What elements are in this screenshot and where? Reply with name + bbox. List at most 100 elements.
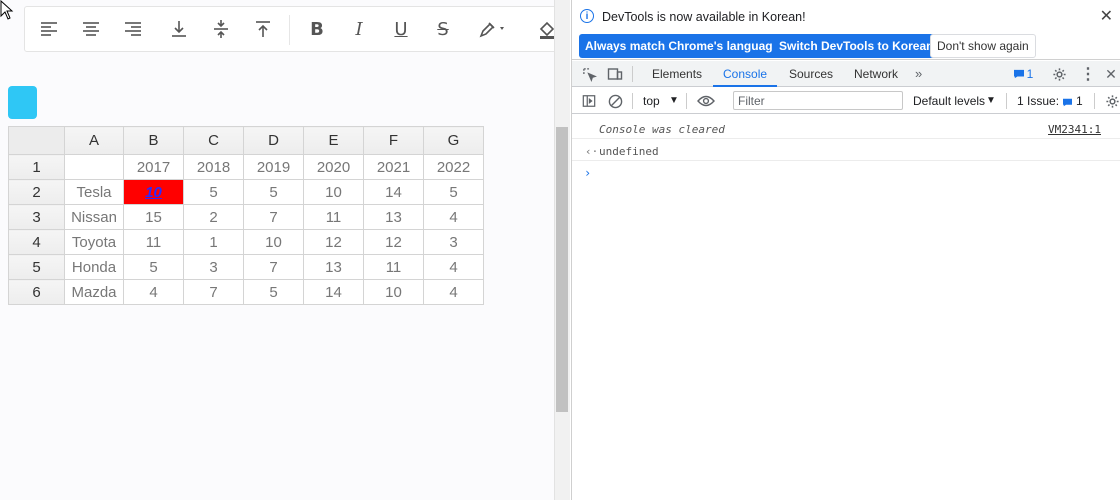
color-swatch[interactable] <box>8 86 37 119</box>
dont-show-again-button[interactable]: Don't show again <box>930 34 1036 58</box>
match-language-button[interactable]: Always match Chrome's language <box>579 34 786 58</box>
grid-cell[interactable]: 5 <box>183 179 244 205</box>
inspect-element-icon[interactable] <box>580 65 598 83</box>
align-center-icon[interactable] <box>77 15 105 43</box>
clear-console-icon[interactable] <box>606 92 624 110</box>
grid-cell[interactable]: 10 <box>243 229 304 255</box>
column-header[interactable]: G <box>423 126 484 155</box>
row-header[interactable]: 4 <box>8 229 65 255</box>
grid-cell[interactable]: 2017 <box>123 154 184 180</box>
row-header[interactable]: 5 <box>8 254 65 280</box>
grid-cell[interactable]: 7 <box>243 254 304 280</box>
grid-cell[interactable]: 4 <box>423 279 484 305</box>
bold-button[interactable]: B <box>303 15 331 43</box>
column-header[interactable]: B <box>123 126 184 155</box>
grid-cell[interactable] <box>64 154 124 180</box>
grid-cell[interactable]: 14 <box>303 279 364 305</box>
grid-cell[interactable]: 15 <box>123 204 184 230</box>
tab-console[interactable]: Console <box>713 61 778 87</box>
grid-cell[interactable]: 12 <box>363 229 424 255</box>
align-right-icon[interactable] <box>119 15 147 43</box>
table-row: 1 2017 2018 2019 2020 2021 2022 <box>8 154 484 180</box>
grid-cell[interactable]: 2022 <box>423 154 484 180</box>
grid-cell[interactable]: 13 <box>363 204 424 230</box>
grid-cell[interactable]: 11 <box>303 204 364 230</box>
row-header[interactable]: 3 <box>8 204 65 230</box>
grid-cell[interactable]: 2021 <box>363 154 424 180</box>
grid-cell[interactable]: 2020 <box>303 154 364 180</box>
text-color-button[interactable] <box>471 15 515 43</box>
align-bottom-icon[interactable] <box>165 15 193 43</box>
tab-sources[interactable]: Sources <box>789 61 833 87</box>
underline-button[interactable]: U <box>387 15 415 43</box>
grid-cell[interactable]: 2018 <box>183 154 244 180</box>
grid-cell[interactable]: 2019 <box>243 154 304 180</box>
live-expression-eye-icon[interactable] <box>697 92 715 110</box>
close-devtools-icon[interactable]: ✕ <box>1102 65 1120 83</box>
grid-cell[interactable]: 13 <box>303 254 364 280</box>
strikethrough-button[interactable]: S <box>429 15 457 43</box>
grid-cell[interactable]: 10 <box>363 279 424 305</box>
tab-network[interactable]: Network <box>854 61 898 87</box>
table-row: 2 Tesla 10 5 5 10 14 5 <box>8 179 484 205</box>
grid-cell[interactable]: 7 <box>243 204 304 230</box>
console-prompt-icon[interactable]: › <box>584 166 591 180</box>
column-header[interactable]: A <box>64 126 124 155</box>
grid-cell[interactable]: 3 <box>183 254 244 280</box>
align-top-icon[interactable] <box>249 15 277 43</box>
device-toolbar-icon[interactable] <box>606 65 624 83</box>
column-header[interactable]: E <box>303 126 364 155</box>
sidebar-toggle-icon[interactable] <box>580 92 598 110</box>
grid-cell[interactable]: 4 <box>123 279 184 305</box>
row-header[interactable]: 6 <box>8 279 65 305</box>
scrollbar-thumb[interactable] <box>556 127 568 412</box>
grid-cell[interactable]: 10 <box>303 179 364 205</box>
grid-cell[interactable]: Honda <box>64 254 124 280</box>
source-link[interactable]: VM2341:1 <box>1048 123 1101 136</box>
grid-cell[interactable]: 4 <box>423 254 484 280</box>
console-output: Console was cleared VM2341:1 ‹· undefine… <box>572 115 1120 500</box>
column-header[interactable]: C <box>183 126 244 155</box>
row-header[interactable]: 1 <box>8 154 65 180</box>
context-selector[interactable]: top <box>643 94 660 108</box>
grid-cell[interactable]: Nissan <box>64 204 124 230</box>
log-levels-dropdown[interactable]: Default levels <box>913 94 985 108</box>
grid-cell[interactable]: 3 <box>423 229 484 255</box>
issues-label[interactable]: 1 Issue: <box>1017 94 1059 108</box>
chevron-down-icon[interactable]: ▼ <box>669 95 679 106</box>
grid-cell[interactable]: 2 <box>183 204 244 230</box>
more-tabs-icon[interactable]: » <box>915 61 922 87</box>
grid-cell[interactable]: Mazda <box>64 279 124 305</box>
grid-cell[interactable]: 5 <box>243 179 304 205</box>
switch-language-button[interactable]: Switch DevTools to Korean <box>773 34 940 58</box>
fill-color-icon[interactable] <box>533 15 554 43</box>
align-middle-icon[interactable] <box>207 15 235 43</box>
grid-cell[interactable]: 5 <box>243 279 304 305</box>
more-options-icon[interactable]: ⋮ <box>1079 65 1097 83</box>
grid-cell[interactable]: 14 <box>363 179 424 205</box>
grid-cell[interactable]: Toyota <box>64 229 124 255</box>
console-settings-gear-icon[interactable] <box>1103 92 1120 110</box>
issues-counter[interactable]: 1 <box>1010 65 1036 83</box>
grid-cell[interactable]: 1 <box>183 229 244 255</box>
filter-input[interactable] <box>733 91 903 110</box>
grid-cell[interactable]: Tesla <box>64 179 124 205</box>
column-header[interactable]: D <box>243 126 304 155</box>
grid-cell[interactable]: 5 <box>423 179 484 205</box>
chevron-down-icon[interactable]: ▼ <box>986 95 996 106</box>
align-left-icon[interactable] <box>35 15 63 43</box>
selected-grid-cell[interactable]: 10 <box>123 179 184 205</box>
italic-button[interactable]: I <box>345 15 373 43</box>
row-header[interactable]: 2 <box>8 179 65 205</box>
grid-cell[interactable]: 7 <box>183 279 244 305</box>
grid-corner[interactable] <box>8 126 65 155</box>
grid-cell[interactable]: 5 <box>123 254 184 280</box>
grid-cell[interactable]: 11 <box>363 254 424 280</box>
grid-cell[interactable]: 11 <box>123 229 184 255</box>
grid-cell[interactable]: 12 <box>303 229 364 255</box>
tab-elements[interactable]: Elements <box>652 61 702 87</box>
column-header[interactable]: F <box>363 126 424 155</box>
settings-gear-icon[interactable] <box>1050 65 1068 83</box>
close-icon[interactable]: ✕ <box>1100 6 1113 26</box>
grid-cell[interactable]: 4 <box>423 204 484 230</box>
